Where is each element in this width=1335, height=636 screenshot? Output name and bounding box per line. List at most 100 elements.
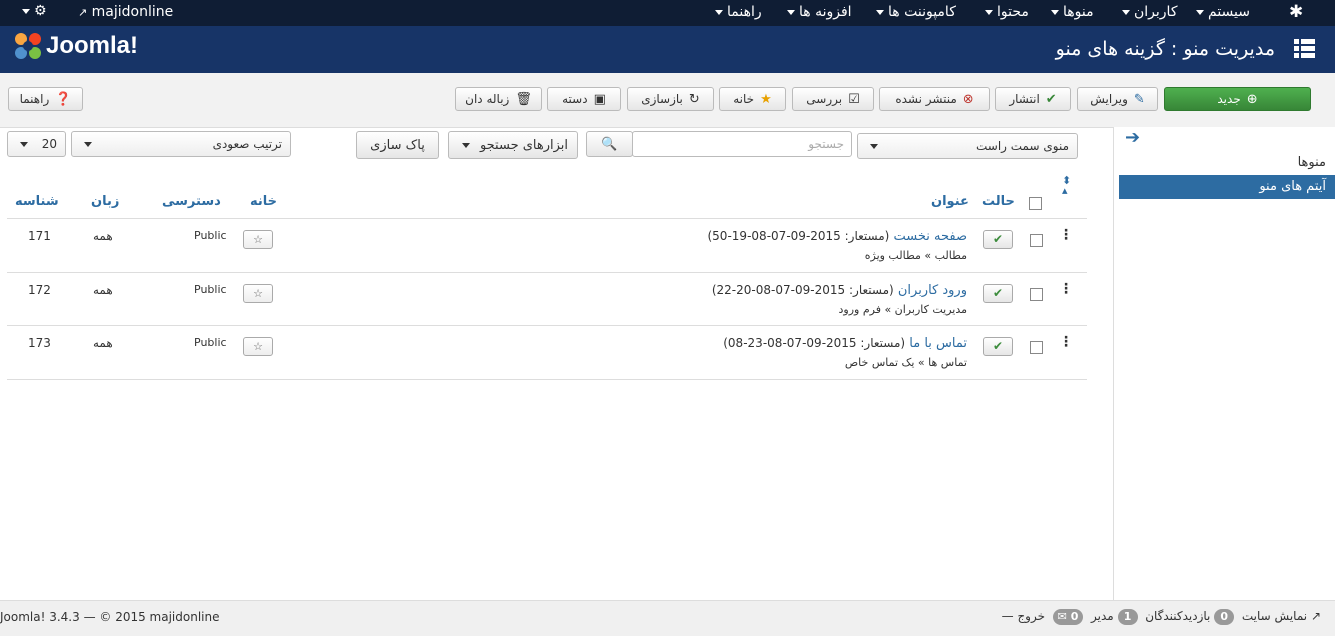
help-button-label: راهنما: [19, 92, 50, 106]
row-checkbox[interactable]: [1030, 341, 1043, 354]
checkin-button[interactable]: ☑ بررسی: [792, 87, 874, 111]
menu-system[interactable]: سیستم: [1192, 4, 1250, 20]
menu-components[interactable]: کامپوننت ها: [872, 4, 956, 20]
home-star-icon[interactable]: ☆: [243, 230, 273, 249]
help-button[interactable]: ❓ راهنما: [8, 87, 83, 111]
menu-menus-label: منوها: [1063, 4, 1094, 20]
rebuild-button-label: بازسازی: [641, 92, 683, 106]
logout-link[interactable]: خروج —: [1002, 609, 1045, 623]
new-button-label: جدید: [1217, 92, 1241, 106]
close-circle-icon: ⊗: [962, 91, 974, 107]
search-tools-label: ابزارهای جستجو: [479, 137, 569, 153]
toolbar: ⊕ جدید ✎ ویرایش ✔ انتشار ⊗ منتشر نشده ☑ بررسی…: [0, 73, 1335, 128]
clear-button[interactable]: پاک سازی: [356, 131, 439, 159]
rebuild-button[interactable]: ↻ بازسازی: [627, 87, 714, 111]
visitors-label: بازدیدکنندگان: [1145, 609, 1211, 623]
ordering-select-value: ترتیب صعودی: [212, 137, 282, 151]
drag-handle-icon[interactable]: ⋮: [1059, 227, 1073, 243]
menu-content[interactable]: محتوا: [981, 4, 1029, 20]
ordering-select[interactable]: ترتیب صعودی: [71, 131, 291, 157]
header-title[interactable]: عنوان: [931, 194, 969, 209]
published-check-icon[interactable]: ✔: [983, 284, 1013, 303]
edit-button-label: ویرایش: [1090, 92, 1128, 106]
menu-extensions[interactable]: افزونه ها: [783, 4, 852, 20]
sidebar-toggle-icon[interactable]: ➔: [1125, 127, 1140, 148]
menu-system-label: سیستم: [1208, 4, 1250, 20]
item-id: 172: [28, 283, 51, 297]
chevron-down-icon: [1051, 9, 1059, 15]
sidebar-item-menu-items[interactable]: آیتم های منو: [1119, 175, 1335, 199]
site-link[interactable]: ↗ majidonline: [78, 4, 173, 20]
row-checkbox[interactable]: [1030, 288, 1043, 301]
edit-button[interactable]: ✎ ویرایش: [1077, 87, 1158, 111]
joomla-logo-text: Joomla!: [46, 32, 139, 59]
drag-handle-icon[interactable]: ⋮: [1059, 281, 1073, 297]
item-language: همه: [93, 336, 113, 350]
sidebar-item-menus[interactable]: منوها: [1119, 151, 1335, 175]
limit-select[interactable]: 20: [7, 131, 66, 157]
header-access[interactable]: دسترسی: [162, 194, 221, 209]
header-id[interactable]: شناسه: [15, 194, 59, 209]
home-star-icon[interactable]: ☆: [243, 337, 273, 356]
search-icon: 🔍: [601, 136, 618, 152]
home-star-icon[interactable]: ☆: [243, 284, 273, 303]
menu-select[interactable]: منوی سمت راست: [857, 133, 1078, 159]
batch-button[interactable]: ▣ دسته: [547, 87, 621, 111]
trash-icon: 🗑: [515, 91, 532, 107]
select-all-checkbox[interactable]: [1029, 197, 1042, 210]
item-title-line: ورود کاربران (مستعار: 2015-09-07-08-20-2…: [712, 283, 967, 298]
ordering-column-sort[interactable]: ⬍ ▴: [1062, 175, 1071, 196]
menu-components-label: کامپوننت ها: [888, 4, 956, 20]
row-checkbox[interactable]: [1030, 234, 1043, 247]
search-tools-button[interactable]: ابزارهای جستجو: [448, 131, 578, 159]
home-button[interactable]: ★ خانه: [719, 87, 786, 111]
item-title-link[interactable]: تماس با ما: [909, 336, 967, 351]
published-check-icon[interactable]: ✔: [983, 230, 1013, 249]
search-button[interactable]: 🔍: [586, 131, 633, 157]
trash-button-label: زباله دان: [465, 92, 510, 106]
item-id: 171: [28, 229, 51, 243]
table-row: ⋮ ✔ تماس با ما (مستعار: 2015-09-07-08-23…: [7, 325, 1087, 380]
view-site-link[interactable]: ↗ نمایش سایت: [1242, 609, 1321, 623]
checkbox-icon: ☑: [848, 91, 860, 107]
copyright-text: Joomla! 3.4.3 — © 2015 majidonline: [0, 610, 220, 624]
chevron-down-icon: [876, 9, 884, 15]
joomla-logo: [12, 30, 44, 65]
view-site-label: نمایش سایت: [1241, 609, 1308, 623]
item-id: 173: [28, 336, 51, 350]
search-input[interactable]: جستجو: [632, 131, 852, 157]
joomla-home-icon[interactable]: ✱: [1289, 2, 1303, 22]
drag-handle-icon[interactable]: ⋮: [1059, 334, 1073, 350]
settings-menu[interactable]: ⚙: [18, 3, 47, 19]
item-title-link[interactable]: صفحه نخست: [894, 229, 967, 244]
item-title-link[interactable]: ورود کاربران: [898, 283, 967, 298]
chevron-down-icon: [787, 9, 795, 15]
footer-status-items: ↗ نمایش سایت 0 بازدیدکنندگان 1 مدیر 0 ✉ …: [1002, 609, 1321, 625]
home-button-label: خانه: [733, 92, 755, 106]
chevron-down-icon: [1122, 9, 1130, 15]
menu-users[interactable]: کاربران: [1118, 4, 1177, 20]
minus-icon: —: [1001, 609, 1014, 623]
status-footer: Joomla! 3.4.3 — © 2015 majidonline ↗ نما…: [0, 600, 1335, 636]
new-button[interactable]: ⊕ جدید: [1164, 87, 1311, 111]
published-check-icon[interactable]: ✔: [983, 337, 1013, 356]
header-language[interactable]: زبان: [91, 194, 119, 209]
header-status[interactable]: حالت: [982, 194, 1015, 209]
trash-button[interactable]: 🗑 زباله دان: [455, 87, 542, 111]
item-access: Public: [194, 283, 227, 296]
site-name: majidonline: [91, 4, 174, 20]
joomla-logo-icon: [15, 33, 41, 59]
header-home[interactable]: خانه: [250, 194, 277, 209]
messages-badge[interactable]: 0 ✉: [1052, 609, 1084, 625]
menu-menus[interactable]: منوها: [1047, 4, 1094, 20]
menu-help[interactable]: راهنما: [711, 4, 762, 20]
menu-help-label: راهنما: [727, 4, 762, 20]
item-access: Public: [194, 229, 227, 242]
mail-icon: ✉: [1057, 610, 1067, 623]
unpublish-button[interactable]: ⊗ منتشر نشده: [879, 87, 990, 111]
star-icon: ★: [760, 91, 772, 107]
chevron-down-icon: [461, 142, 470, 148]
visitors-badge: 0: [1214, 609, 1235, 625]
publish-button[interactable]: ✔ انتشار: [995, 87, 1071, 111]
menu-users-label: کاربران: [1134, 4, 1178, 20]
